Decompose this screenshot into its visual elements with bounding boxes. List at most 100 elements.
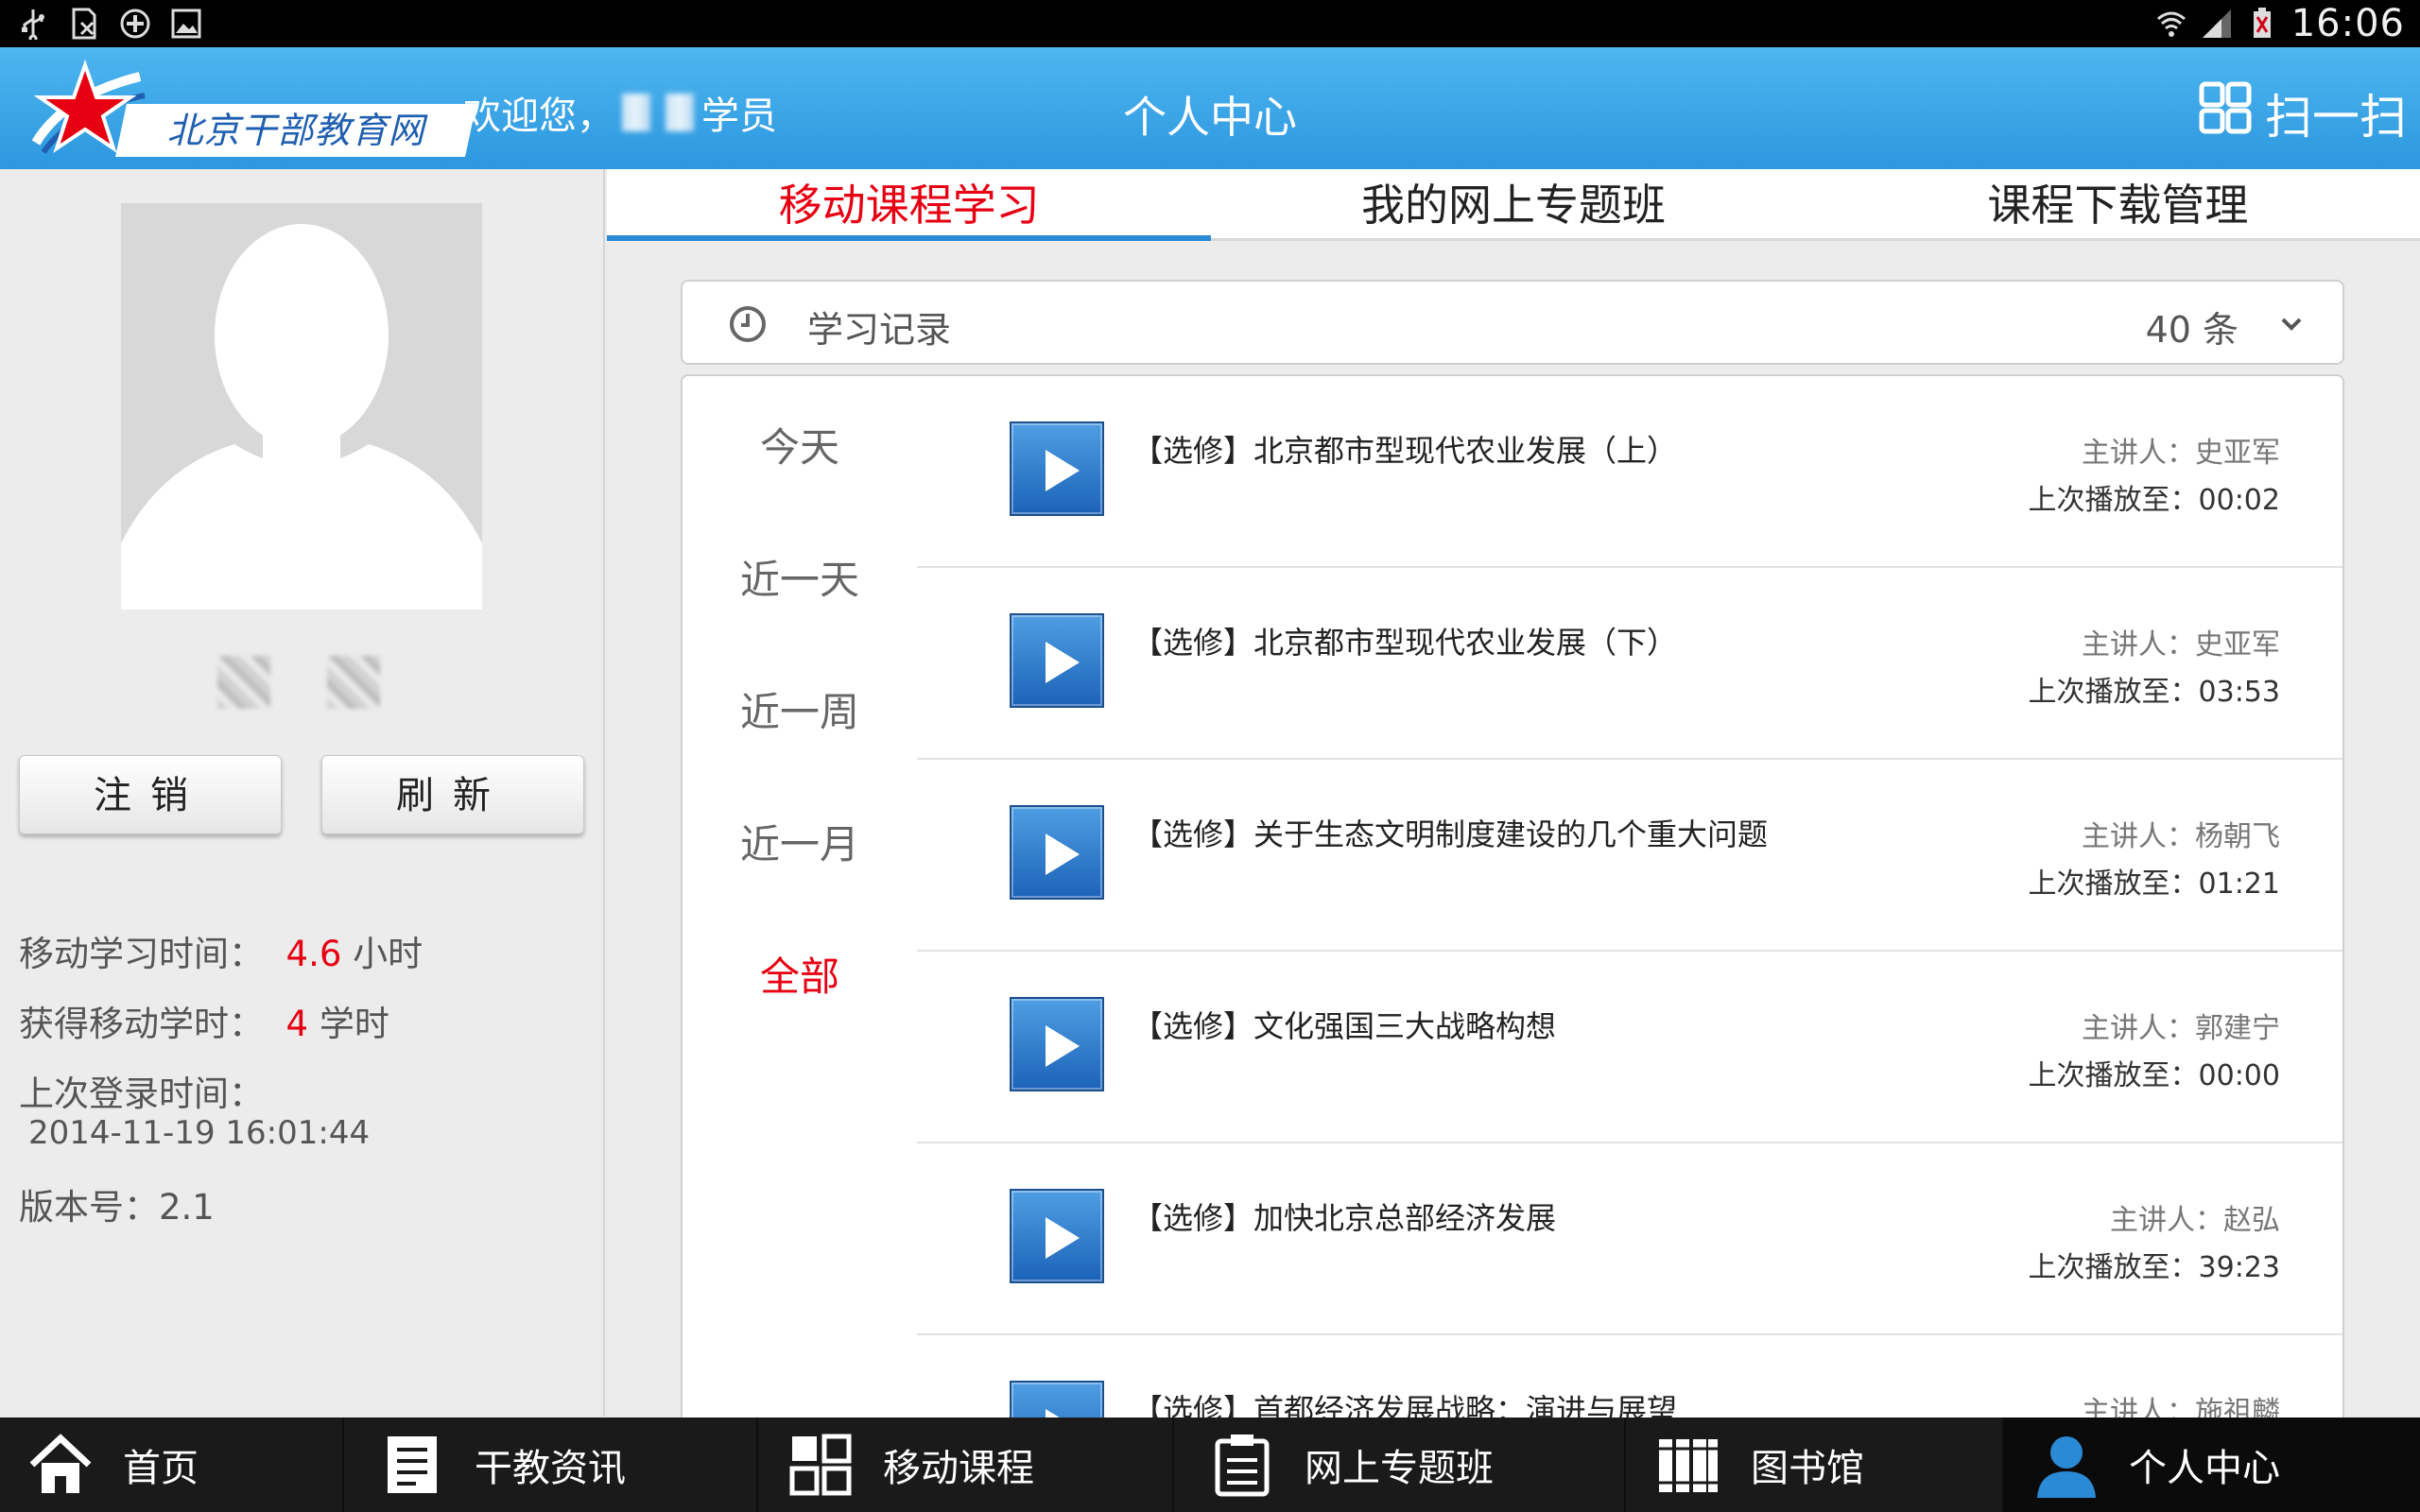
course-title: 【选修】北京都市型现代农业发展（下）: [1132, 625, 1678, 661]
list-item[interactable]: 【选修】关于生态文明制度建设的几个重大问题 主讲人：杨朝飞 上次播放至：01:2…: [917, 760, 2342, 952]
record-count: 40 条: [2145, 309, 2238, 351]
course-lecturer: 主讲人：赵弘: [2110, 1204, 2280, 1237]
nav-online-class-label: 网上专题班: [1305, 1447, 1494, 1490]
news-icon: [378, 1431, 446, 1499]
filter-last-month[interactable]: 近一月: [683, 813, 917, 870]
filter-last-day[interactable]: 近一天: [683, 548, 917, 606]
home-icon: [26, 1431, 95, 1499]
bottom-navigation: 首页 干教资讯 移动课程 网上专题班 图书馆 个人中心: [0, 1418, 2420, 1512]
play-icon[interactable]: [1010, 997, 1104, 1091]
play-icon[interactable]: [1010, 1189, 1104, 1283]
list-item[interactable]: 【选修】北京都市型现代农业发展（上） 主讲人：史亚军 上次播放至：00:02: [917, 376, 2342, 568]
course-progress: 上次播放至：00:00: [2028, 1059, 2280, 1092]
nav-online-class[interactable]: 网上专题班: [1174, 1418, 1626, 1512]
sd-card-icon: [68, 8, 100, 40]
user-icon: [2032, 1431, 2100, 1499]
battery-icon: [2246, 8, 2278, 40]
filter-today[interactable]: 今天: [683, 416, 917, 473]
study-record-list-panel: 今天 近一天 近一周 近一月 全部 【选修】北京都市型现代农业发展（上） 主讲人…: [681, 374, 2344, 1418]
clipboard-icon: [1208, 1431, 1276, 1499]
usb-icon: [17, 8, 49, 40]
last-login-label: 上次登录时间：: [19, 1074, 264, 1114]
grid-icon: [786, 1431, 855, 1499]
credits-label: 获得移动学时：: [19, 1004, 264, 1044]
nav-mobile-course[interactable]: 移动课程: [758, 1418, 1174, 1512]
play-icon[interactable]: [1010, 421, 1104, 516]
mobile-time-label: 移动学习时间：: [19, 934, 264, 974]
tab-online-special-class[interactable]: 我的网上专题班: [1211, 169, 1815, 238]
profile-panel: 注销 刷新 移动学习时间： 4.6 小时 获得移动学时： 4 学时 上次登录时间…: [0, 169, 605, 1417]
course-title: 【选修】关于生态文明制度建设的几个重大问题: [1132, 816, 1769, 852]
logout-button[interactable]: 注销: [19, 755, 282, 834]
filter-last-week[interactable]: 近一周: [683, 680, 917, 738]
nav-home-label: 首页: [123, 1447, 199, 1490]
course-lecturer: 主讲人：施祖麟: [2082, 1396, 2280, 1418]
nav-library-label: 图书馆: [1751, 1447, 1864, 1490]
nav-mobile-course-label: 移动课程: [883, 1447, 1034, 1490]
course-title: 【选修】文化强国三大战略构想: [1132, 1008, 1557, 1044]
redacted-name: [666, 94, 694, 131]
tab-mobile-course-study[interactable]: 移动课程学习: [607, 169, 1212, 241]
mobile-credits: 获得移动学时： 4 学时: [19, 995, 389, 1046]
filter-all[interactable]: 全部: [683, 945, 917, 1003]
list-item[interactable]: 【选修】北京都市型现代农业发展（下） 主讲人：史亚军 上次播放至：03:53: [917, 568, 2342, 760]
status-bar: 16:06: [0, 0, 2420, 47]
chevron-down-icon: [2280, 310, 2303, 338]
course-title: 【选修】加快北京总部经济发展: [1132, 1200, 1557, 1236]
redacted-name: [622, 94, 650, 131]
books-icon: [1654, 1431, 1722, 1499]
image-icon: [170, 8, 202, 40]
study-record-title: 学习记录: [807, 309, 952, 351]
course-progress: 上次播放至：01:21: [2028, 868, 2280, 901]
tab-bar: 移动课程学习 我的网上专题班 课程下载管理: [607, 169, 2420, 241]
list-item[interactable]: 【选修】文化强国三大战略构想 主讲人：郭建宁 上次播放至：00:00: [917, 952, 2342, 1143]
user-name-redacted: [217, 656, 380, 709]
welcome-message: 欢迎您， 学员: [463, 85, 777, 140]
list-item[interactable]: 【选修】首都经济发展战略：演进与展望 主讲人：施祖麟: [917, 1335, 2342, 1418]
scan-button[interactable]: 扫一扫: [2199, 79, 2407, 147]
page-title: 个人中心: [1123, 92, 1297, 143]
version-number: 版本号：2.1: [19, 1187, 215, 1228]
play-icon[interactable]: [1010, 613, 1104, 708]
nav-news-label: 干教资讯: [475, 1447, 626, 1490]
course-title: 【选修】北京都市型现代农业发展（上）: [1132, 433, 1678, 469]
study-record-dropdown[interactable]: 学习记录 40 条: [681, 280, 2344, 365]
course-lecturer: 主讲人：杨朝飞: [2082, 820, 2280, 853]
refresh-button[interactable]: 刷新: [321, 755, 584, 834]
logo-text: 北京干部教育网: [166, 110, 425, 151]
nav-news[interactable]: 干教资讯: [344, 1418, 758, 1512]
nav-library[interactable]: 图书馆: [1626, 1418, 2004, 1512]
mobile-time-value: 4.6: [285, 934, 342, 974]
credits-value: 4: [285, 1004, 309, 1044]
logo-text-box: 北京干部教育网: [115, 104, 476, 157]
course-progress: 上次播放至：03:53: [2028, 676, 2280, 709]
nav-personal-center-label: 个人中心: [2129, 1447, 2280, 1490]
tab-download-management[interactable]: 课程下载管理: [1816, 169, 2420, 238]
wifi-icon: [2155, 8, 2187, 40]
qr-scan-icon: [2199, 81, 2252, 146]
course-progress: 上次播放至：00:02: [2028, 484, 2280, 517]
nav-home[interactable]: 首页: [0, 1418, 344, 1512]
last-login-value: 2014-11-19 16:01:44: [28, 1114, 371, 1152]
logo: 北京干部教育网: [26, 59, 476, 161]
avatar: [121, 203, 482, 610]
list-item[interactable]: 【选修】加快北京总部经济发展 主讲人：赵弘 上次播放至：39:23: [917, 1143, 2342, 1335]
welcome-suffix: 学员: [701, 94, 777, 138]
course-lecturer: 主讲人：史亚军: [2082, 628, 2280, 662]
course-lecturer: 主讲人：史亚军: [2082, 437, 2280, 470]
play-icon[interactable]: [1010, 1381, 1104, 1418]
nav-personal-center[interactable]: 个人中心: [2004, 1418, 2420, 1512]
scan-label: 扫一扫: [2265, 90, 2407, 145]
mobile-study-time: 移动学习时间： 4.6 小时: [19, 925, 423, 976]
welcome-prefix: 欢迎您，: [463, 94, 614, 138]
app-header: 北京干部教育网 欢迎您， 学员 个人中心 扫一扫: [0, 47, 2420, 169]
course-lecturer: 主讲人：郭建宁: [2082, 1012, 2280, 1045]
mobile-time-unit: 小时: [353, 934, 424, 974]
sync-icon: [119, 8, 151, 40]
credits-unit: 学时: [319, 1004, 389, 1044]
signal-icon: [2201, 8, 2233, 40]
clock-icon: [728, 304, 768, 348]
clock: 16:06: [2290, 2, 2405, 45]
course-title: 【选修】首都经济发展战略：演进与展望: [1132, 1392, 1678, 1418]
play-icon[interactable]: [1010, 805, 1104, 900]
